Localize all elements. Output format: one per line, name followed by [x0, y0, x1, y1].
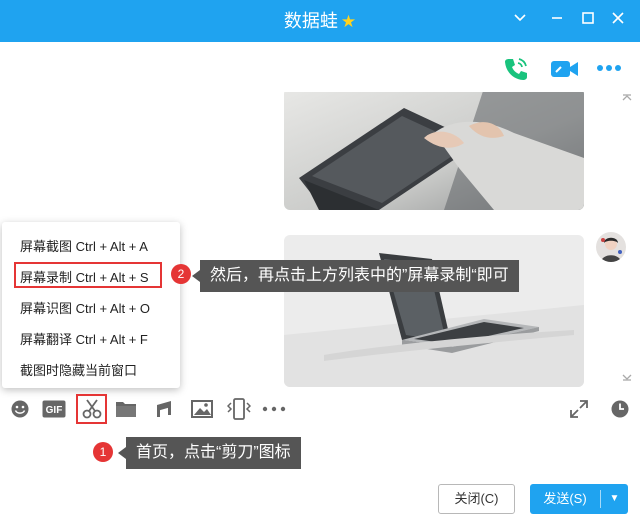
- minimize-icon[interactable]: [545, 9, 569, 33]
- window-title: 数据蛙 ★: [0, 0, 640, 42]
- chat-image-laptop-typing[interactable]: [284, 92, 584, 210]
- music-icon[interactable]: [152, 397, 176, 421]
- video-call-icon[interactable]: [550, 57, 580, 81]
- send-button[interactable]: 发送(S) ▼: [530, 484, 628, 514]
- history-clock-icon[interactable]: [608, 397, 632, 421]
- scroll-down-icon[interactable]: [622, 371, 632, 384]
- expand-icon[interactable]: [567, 397, 591, 421]
- gif-icon[interactable]: GIF: [42, 397, 66, 421]
- menu-item-screen-recognize[interactable]: 屏幕识图 Ctrl + Alt + O: [20, 298, 150, 317]
- step-badge-1: 1: [93, 442, 113, 462]
- more-icon[interactable]: [596, 60, 622, 76]
- highlight-screen-record: [14, 262, 162, 288]
- avatar[interactable]: [596, 232, 626, 262]
- close-button[interactable]: 关闭(C): [438, 484, 515, 514]
- emoji-icon[interactable]: [8, 397, 32, 421]
- window-title-text: 数据蛙: [283, 11, 338, 31]
- chat-header: [0, 42, 640, 92]
- menu-item-screenshot[interactable]: 屏幕截图 Ctrl + Alt + A: [20, 236, 148, 255]
- highlight-scissors: [76, 394, 107, 424]
- shake-window-icon[interactable]: [227, 397, 251, 421]
- chevron-down-icon[interactable]: [508, 9, 532, 33]
- image-icon[interactable]: [190, 397, 214, 421]
- menu-item-hide-window[interactable]: 截图时隐藏当前窗口: [20, 360, 137, 379]
- send-button-label[interactable]: 发送(S): [530, 484, 600, 514]
- menu-item-screen-translate[interactable]: 屏幕翻译 Ctrl + Alt + F: [20, 329, 148, 348]
- star-icon: ★: [340, 12, 357, 31]
- phone-call-icon[interactable]: [503, 56, 529, 82]
- maximize-icon[interactable]: [576, 9, 600, 33]
- send-dropdown-icon[interactable]: ▼: [601, 484, 628, 514]
- screenshot-menu: 屏幕截图 Ctrl + Alt + A 屏幕录制 Ctrl + Alt + S …: [2, 222, 180, 388]
- folder-icon[interactable]: [114, 397, 138, 421]
- scroll-up-icon[interactable]: [622, 94, 632, 107]
- step-callout-1: 首页，点击“剪刀”图标: [118, 437, 301, 469]
- close-icon[interactable]: [606, 9, 630, 33]
- more-tools-icon[interactable]: [262, 397, 286, 421]
- step-badge-2: 2: [171, 264, 191, 284]
- svg-text:GIF: GIF: [46, 405, 63, 416]
- step-callout-2: 然后，再点击上方列表中的”屏幕录制“即可: [192, 260, 519, 292]
- chat-image-laptop-white[interactable]: [284, 235, 584, 387]
